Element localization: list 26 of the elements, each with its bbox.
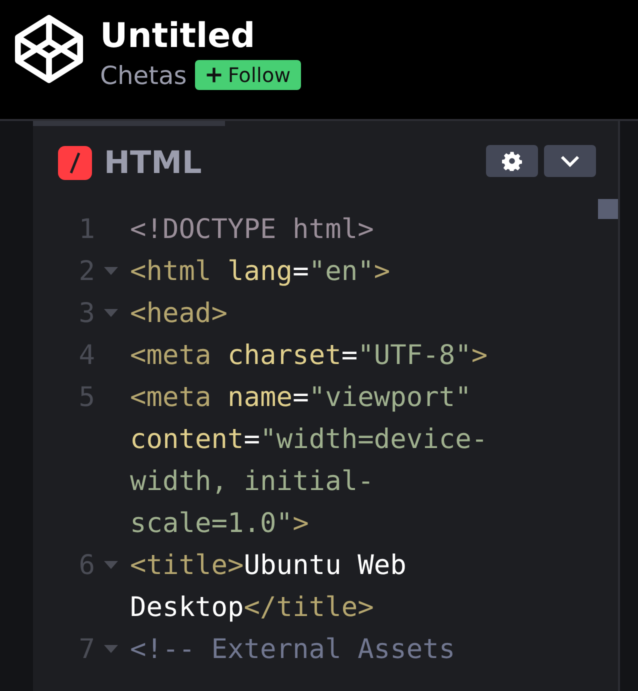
cube-logo-icon[interactable] xyxy=(14,14,84,84)
pen-title: Untitled xyxy=(100,15,256,58)
code-line: <html lang="en"> xyxy=(130,256,390,286)
fold-caret-icon[interactable] xyxy=(104,267,118,275)
tab-label: HTML xyxy=(104,144,202,180)
code-line: width, initial- xyxy=(130,466,374,496)
fold-caret-icon[interactable] xyxy=(104,309,118,317)
code-line: <!-- External Assets xyxy=(130,634,456,664)
code-line: Desktop</title> xyxy=(130,592,374,622)
follow-button[interactable]: Follow xyxy=(194,60,301,90)
fold-caret-icon[interactable] xyxy=(104,561,118,569)
code-line: <title>Ubuntu Web xyxy=(130,550,406,580)
fold-caret-icon[interactable] xyxy=(104,645,118,653)
settings-button[interactable] xyxy=(486,145,538,177)
collapse-button[interactable] xyxy=(544,145,596,177)
code-line: <head> xyxy=(130,298,228,328)
scrollbar-thumb[interactable] xyxy=(598,199,618,219)
code-line: <!DOCTYPE html> xyxy=(130,214,374,244)
author-name[interactable]: Chetas xyxy=(100,60,187,90)
code-line: scale=1.0"> xyxy=(130,508,309,538)
code-line: <meta name="viewport" xyxy=(130,382,472,412)
code-line: <meta charset="UTF-8"> xyxy=(130,340,488,370)
slash-icon xyxy=(58,146,92,180)
code-line: content="width=device- xyxy=(130,424,488,454)
settings-icon xyxy=(502,151,522,171)
plus-icon xyxy=(204,66,223,84)
